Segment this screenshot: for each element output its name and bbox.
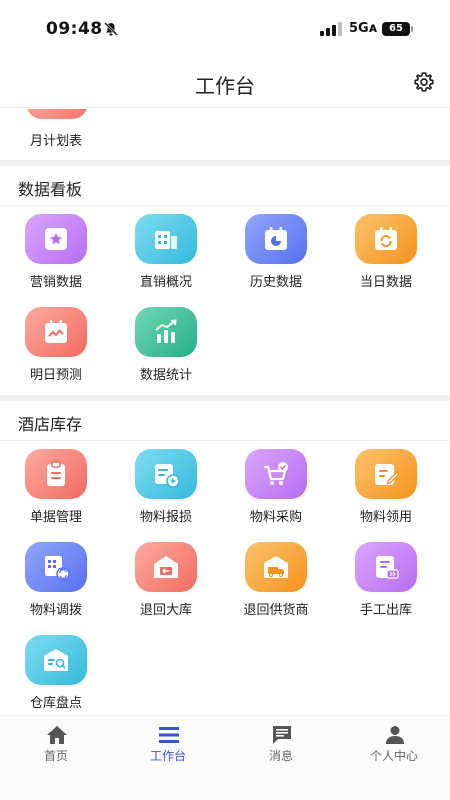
grid-item-label: 物料调拨 (29, 603, 82, 618)
tile (355, 214, 417, 264)
tile (135, 449, 197, 499)
home-icon (47, 726, 67, 744)
grid-item-label: 物料采购 (249, 510, 302, 525)
nav-label: 消息 (268, 749, 293, 763)
header: 工作台 (0, 58, 450, 108)
grid-item-return-warehouse[interactable]: 退回大库 (110, 542, 222, 628)
menu-icon (159, 727, 179, 743)
grid-item-manual-outbound[interactable]: 手工出库 (330, 542, 442, 628)
calendar-wave-icon (45, 320, 67, 343)
grid-item-label: 月计划表 (29, 134, 82, 149)
grid-item-label: 当日数据 (359, 275, 412, 290)
grid-item-material-transfer[interactable]: 物料调拨 (0, 542, 112, 628)
grid-item-return-supplier[interactable]: 退回供货商 (220, 542, 332, 628)
grid-item-label: 物料报损 (139, 510, 192, 525)
inventory-search-icon (44, 649, 68, 671)
divider (0, 205, 450, 206)
tile (245, 542, 307, 592)
gear-icon[interactable] (414, 72, 434, 92)
grid-item-warehouse-inventory[interactable]: 仓库盘点 (0, 635, 112, 715)
tile (135, 214, 197, 264)
edit-note-icon (375, 464, 400, 485)
tile (25, 635, 87, 685)
damage-report-icon (155, 464, 180, 488)
tile (25, 307, 87, 357)
tile (245, 214, 307, 264)
nav-item-messages[interactable]: 消息 (225, 716, 337, 776)
cart-check-icon (264, 462, 288, 485)
battery-indicator: 65 (382, 22, 413, 36)
status-time: 09:48 (46, 19, 103, 39)
message-icon (273, 726, 291, 744)
grid-item-monthly-plan[interactable]: 月计划表 (0, 109, 112, 161)
section-separator (0, 160, 450, 166)
nav-item-profile[interactable]: 个人中心 (338, 716, 450, 776)
grid-item-today-data[interactable]: 当日数据 (330, 214, 442, 300)
grid-item-material-requisition[interactable]: 物料领用 (330, 449, 442, 535)
grid-item-label: 直销概况 (139, 275, 192, 290)
status-bar: 09:48 5Gᴀ 65 (0, 0, 450, 58)
grid-item-label: 数据统计 (139, 368, 192, 383)
building-icon (155, 231, 177, 249)
grid-item-label: 单据管理 (29, 510, 82, 525)
transfer-icon (45, 556, 70, 581)
grid-item-direct-sales[interactable]: 直销概况 (110, 214, 222, 300)
monthly-plan-icon (26, 109, 88, 119)
bar-trend-icon (155, 319, 177, 343)
grid-item-label: 历史数据 (249, 275, 302, 290)
bottom-nav: 首页 工作台 消息 个人中心 (0, 715, 450, 800)
grid-item-label: 物料领用 (359, 510, 412, 525)
tile (135, 542, 197, 592)
page-title: 工作台 (195, 74, 255, 98)
nav-label: 首页 (43, 749, 68, 763)
grid-item-history-data[interactable]: 历史数据 (220, 214, 332, 300)
workbench-content: 月计划表 数据看板 营销数据 直销概况 历史数据 当日数据 明日预测 数据统计 … (0, 109, 450, 715)
tile (355, 449, 417, 499)
nav-label: 个人中心 (369, 749, 418, 763)
warehouse-return-icon (154, 556, 178, 578)
grid-item-label: 退回大库 (139, 603, 192, 618)
grid-item-material-damage[interactable]: 物料报损 (110, 449, 222, 535)
network-type: 5Gᴀ (349, 21, 378, 36)
grid-item-document-management[interactable]: 单据管理 (0, 449, 112, 535)
calendar-chart-icon (265, 227, 287, 250)
section-separator (0, 395, 450, 401)
grid-item-tomorrow-forecast[interactable]: 明日预测 (0, 307, 112, 393)
tile (25, 449, 87, 499)
grid-item-data-statistics[interactable]: 数据统计 (110, 307, 222, 393)
bell-muted-icon (104, 22, 118, 36)
star-box-icon (45, 228, 67, 250)
section-title-dashboard: 数据看板 (18, 180, 83, 199)
nav-label: 工作台 (149, 749, 186, 763)
tile (25, 214, 87, 264)
nav-item-workbench[interactable]: 工作台 (112, 716, 224, 776)
grid-item-material-purchase[interactable]: 物料采购 (220, 449, 332, 535)
signal-icon (320, 22, 342, 36)
tile (25, 542, 87, 592)
grid-item-marketing-data[interactable]: 营销数据 (0, 214, 112, 300)
calendar-refresh-icon (375, 227, 397, 250)
manual-out-icon (376, 556, 399, 579)
nav-item-home[interactable]: 首页 (0, 716, 112, 776)
clipboard-icon (47, 461, 65, 486)
grid-item-label: 营销数据 (29, 275, 82, 290)
tile (245, 449, 307, 499)
grid-item-label: 退回供货商 (243, 603, 309, 618)
section-title-hotel-inventory: 酒店库存 (18, 415, 83, 434)
grid-item-label: 手工出库 (359, 603, 412, 618)
tile (135, 307, 197, 357)
grid-item-label: 明日预测 (29, 368, 82, 383)
divider (0, 440, 450, 441)
person-icon (386, 726, 404, 744)
truck-warehouse-icon (264, 556, 288, 578)
grid-item-label: 仓库盘点 (29, 696, 82, 711)
tile (355, 542, 417, 592)
